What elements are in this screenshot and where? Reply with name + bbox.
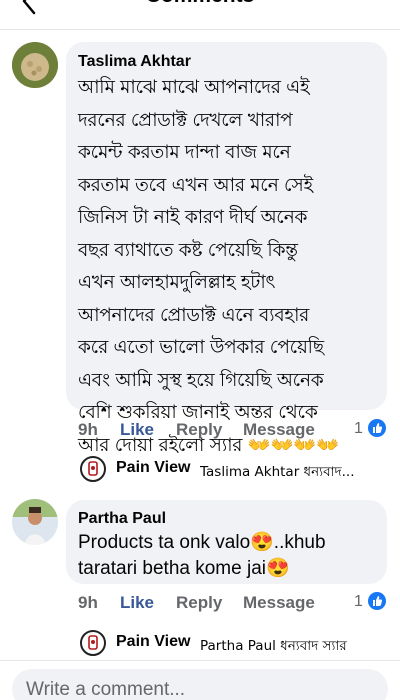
page-title: Comments	[0, 0, 400, 8]
comment-time: 9h	[78, 420, 98, 439]
thumbs-up-icon	[368, 592, 386, 610]
avatar[interactable]	[12, 42, 58, 88]
reply-button[interactable]: Reply	[176, 593, 222, 613]
comment-line: কমেন্ট করতাম দান্দা বাজ মনে	[78, 142, 291, 163]
reply-button[interactable]: Reply	[176, 420, 222, 440]
comment-line: আপনাদের প্রোডাক্ট এনে ব্যবহার	[78, 304, 310, 326]
reply-text: Partha Paul ধন্যবাদ স্যার	[200, 638, 347, 654]
reaction-count[interactable]: 1	[354, 593, 363, 611]
comment-input-placeholder: Write a comment...	[26, 679, 186, 700]
comment-author[interactable]: Partha Paul	[78, 510, 166, 528]
comment-composer: Write a comment...	[0, 660, 400, 700]
avatar	[80, 456, 106, 482]
message-button[interactable]: Message	[243, 593, 315, 613]
comment-actions: 9h Like Reply Message	[78, 420, 388, 444]
comment-bubble: Partha Paul Products ta onk valo😍..khub …	[66, 500, 387, 584]
avatar	[80, 630, 106, 656]
reply-preview[interactable]: Pain View Partha Paul ধন্যবাদ স্যার	[80, 630, 390, 660]
reply-text: Taslima Akhtar ধন্যবাদ...	[200, 464, 355, 480]
reply-author: Pain View	[116, 459, 191, 476]
thumbs-up-icon	[368, 419, 386, 437]
comment-line: এখন আলহামদুলিল্লাহ হটাৎ	[78, 272, 276, 293]
reply-author: Pain View	[116, 633, 191, 650]
like-button[interactable]: Like	[120, 593, 154, 613]
comment-line: taratari betha kome jai😍	[78, 558, 290, 579]
comment-line: Products ta onk valo😍..khub	[78, 532, 326, 553]
comment-actions: 9h Like Reply Message	[78, 593, 388, 617]
comment-author[interactable]: Taslima Akhtar	[78, 53, 191, 71]
comment-line: দরনের প্রোডাক্ট দেখলে খারাপ	[78, 109, 293, 131]
comment-line: এবং আমি সুস্থ হয়ে গিয়েছি অনেক	[78, 369, 324, 391]
like-button[interactable]: Like	[120, 420, 154, 440]
comment-line: আমি মাঝে মাঝে আপনাদের এই	[78, 77, 310, 98]
comment-input[interactable]: Write a comment...	[12, 669, 388, 700]
reaction-count[interactable]: 1	[354, 420, 363, 438]
comment-text: আমি মাঝে মাঝে আপনাদের এই দরনের প্রোডাক্ট…	[78, 72, 383, 462]
comment-bubble: Taslima Akhtar আমি মাঝে মাঝে আপনাদের এই …	[66, 42, 387, 456]
comment-line: বছর ব্যাথাতে কষ্ট পেয়েছি কিন্তু	[78, 239, 298, 261]
comments-header: Comments	[0, 0, 400, 30]
comment-line: করতাম তবে এখন আর মনে সেই	[78, 174, 313, 196]
comment-line: জিনিস টা নাই কারণ দীর্ঘ অনেক	[78, 207, 308, 228]
comment-text: Products ta onk valo😍..khub taratari bet…	[78, 530, 383, 582]
avatar[interactable]	[12, 499, 58, 545]
comment-line: করে এতো ভালো উপকার পেয়েছি	[78, 337, 324, 358]
comment-time: 9h	[78, 593, 98, 612]
message-button[interactable]: Message	[243, 420, 315, 440]
reply-preview[interactable]: Pain View Taslima Akhtar ধন্যবাদ...	[80, 456, 390, 486]
